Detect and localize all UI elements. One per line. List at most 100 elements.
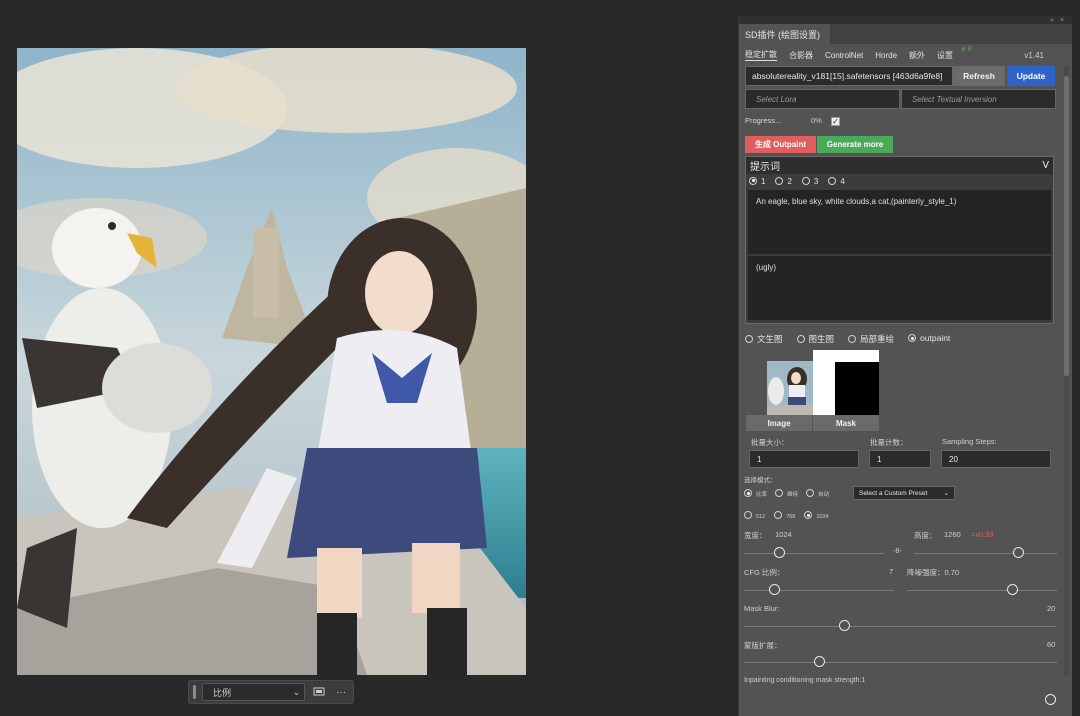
width-value: 1024 (775, 530, 792, 539)
prompt-tab-1[interactable]: 1 (749, 176, 765, 186)
collapse-icon[interactable]: « (1050, 17, 1054, 24)
select-mode-auto[interactable]: 自动 (806, 489, 829, 498)
prompt-header[interactable]: 提示词 V (746, 157, 1053, 174)
size-512[interactable]: 512 (744, 511, 765, 520)
prompt-tab-label: 4 (840, 176, 845, 186)
select-mode-ratio[interactable]: 比率 (744, 489, 767, 498)
denoise-label: 降噪强度：0.70 (907, 568, 960, 577)
radio-icon (908, 334, 917, 342)
height-slider-thumb[interactable] (1012, 547, 1024, 558)
inpaint-strength-label: Inpainting conditioning mask strength:1 (744, 677, 866, 684)
prompt-section: 提示词 V 1 2 3 4 An eagle, blue sky, white … (745, 156, 1054, 324)
canvas-artwork[interactable] (17, 48, 526, 675)
denoise-slider-track (907, 590, 1057, 591)
image-button[interactable]: Image (746, 415, 812, 431)
radio-icon (749, 176, 757, 185)
select-mode-keep[interactable]: 维持 (775, 489, 798, 498)
progress-value: 0% (811, 116, 822, 125)
radio-icon (796, 335, 805, 343)
sampling-steps-label: Sampling Steps: (942, 437, 997, 446)
batch-count-input[interactable]: 1 (869, 450, 931, 468)
radio-icon (774, 511, 783, 519)
width-slider-track (744, 553, 884, 554)
radio-icon (806, 489, 815, 497)
mode-radio-group: 文生图 图生图 局部重绘 outpaint (745, 333, 950, 345)
panel-scrollbar-thumb[interactable] (1064, 76, 1069, 376)
prompt-tabs: 1 2 3 4 (746, 174, 1053, 188)
refresh-button[interactable]: Refresh (953, 66, 1005, 86)
chevron-down-icon: V (1042, 160, 1049, 171)
crop-icon[interactable] (311, 686, 327, 699)
link-icon[interactable]: -8- (893, 548, 902, 555)
radio-icon (775, 176, 784, 185)
width-slider-thumb[interactable] (773, 547, 785, 558)
lora-select[interactable]: Select Lora (745, 89, 900, 109)
prompt-tab-4[interactable]: 4 (828, 176, 845, 186)
sd-plugin-panel: « × SD插件 (绘图设置) 稳定扩散 合影器 ControlNet Hord… (738, 16, 1072, 716)
select-mode-label-text: 比率 (756, 492, 768, 498)
mode-txt2img[interactable]: 文生图 (745, 333, 783, 345)
app-window: 比例 ⌄ ··· « × SD插件 (绘图设置) 稳定扩散 合影器 Contro… (0, 0, 1080, 716)
menu-badge: ✕ P (961, 47, 972, 53)
mask-thumbnail[interactable] (813, 350, 879, 416)
ratio-value: ≈x0.33 (971, 530, 994, 539)
height-slider-track (914, 553, 1057, 554)
update-button[interactable]: Update (1007, 66, 1055, 86)
mask-expand-slider-thumb[interactable] (813, 656, 825, 667)
mode-outpaint[interactable]: outpaint (908, 333, 950, 345)
cfg-value: 7 (889, 567, 894, 576)
image-thumbnail[interactable] (767, 361, 813, 415)
textual-inversion-select[interactable]: Select Textual Inversion (901, 89, 1056, 109)
select-mode-label-text: 自动 (818, 492, 830, 498)
progress-label: Progress... (745, 116, 782, 125)
ratio-select-label: 比例 (212, 687, 231, 698)
panel-titlebar: SD插件 (绘图设置) (739, 24, 1072, 44)
radio-icon (801, 176, 810, 185)
prompt-title: 提示词 (750, 162, 780, 173)
sampling-steps-input[interactable]: 20 (941, 450, 1051, 468)
size-label: 512 (756, 514, 766, 520)
panel-tab[interactable]: SD插件 (绘图设置) (739, 24, 831, 44)
size-1024[interactable]: 1024 (804, 511, 829, 520)
drag-handle[interactable] (193, 685, 196, 699)
batch-count-label: 批量计数： (870, 438, 908, 447)
prompt-tab-label: 3 (813, 176, 819, 186)
radio-icon (828, 176, 837, 185)
menu-horde[interactable]: Horde (875, 51, 897, 60)
batch-size-input[interactable]: 1 (749, 450, 859, 468)
menu-extra[interactable]: 额外 (909, 50, 925, 61)
denoise-slider-thumb[interactable] (1006, 584, 1018, 595)
menu-settings[interactable]: 设置 (937, 50, 953, 61)
generate-more-button[interactable]: Generate more (817, 136, 893, 153)
progress-checkbox[interactable]: ✓ (831, 117, 840, 126)
cfg-slider-thumb[interactable] (768, 584, 780, 595)
custom-preset-select[interactable]: Select a Custom Preset ⌄ (853, 486, 955, 500)
ratio-select[interactable]: 比例 ⌄ (201, 683, 306, 701)
mode-img2img[interactable]: 图生图 (796, 333, 834, 345)
mask-blur-slider-thumb[interactable] (838, 620, 850, 631)
mask-blur-value: 20 (1047, 604, 1056, 613)
contextual-task-bar: 比例 ⌄ ··· (188, 680, 354, 704)
generate-outpaint-button[interactable]: 生成 Outpaint (745, 136, 816, 153)
batch-size-label: 批量大小： (751, 438, 789, 447)
width-label: 宽度： (744, 531, 767, 540)
prompt-tab-3[interactable]: 3 (801, 176, 819, 186)
negative-prompt-textarea[interactable]: (ugly) (748, 256, 1051, 320)
size-768[interactable]: 768 (774, 511, 795, 520)
menu-controlnet[interactable]: ControlNet (825, 51, 863, 60)
close-icon[interactable]: × (1060, 17, 1064, 24)
mask-button[interactable]: Mask (813, 415, 879, 431)
model-select[interactable]: absolutereality_v181[15].safetensors [46… (745, 66, 953, 86)
menu-merge[interactable]: 合影器 (789, 50, 813, 61)
more-options-button[interactable]: ··· (333, 687, 349, 698)
menu-stable-diffusion[interactable]: 稳定扩散 (745, 49, 777, 61)
inpaint-strength-slider-thumb[interactable] (1045, 694, 1056, 705)
height-label: 高度： (914, 531, 937, 540)
mode-inpaint[interactable]: 局部重绘 (848, 333, 894, 345)
radio-icon (775, 489, 784, 497)
cfg-slider-track (744, 590, 894, 591)
radio-icon (744, 511, 752, 519)
prompt-tab-2[interactable]: 2 (775, 176, 792, 186)
mode-label: 文生图 (757, 334, 783, 344)
positive-prompt-textarea[interactable]: An eagle, blue sky, white clouds,a cat,(… (748, 190, 1051, 254)
